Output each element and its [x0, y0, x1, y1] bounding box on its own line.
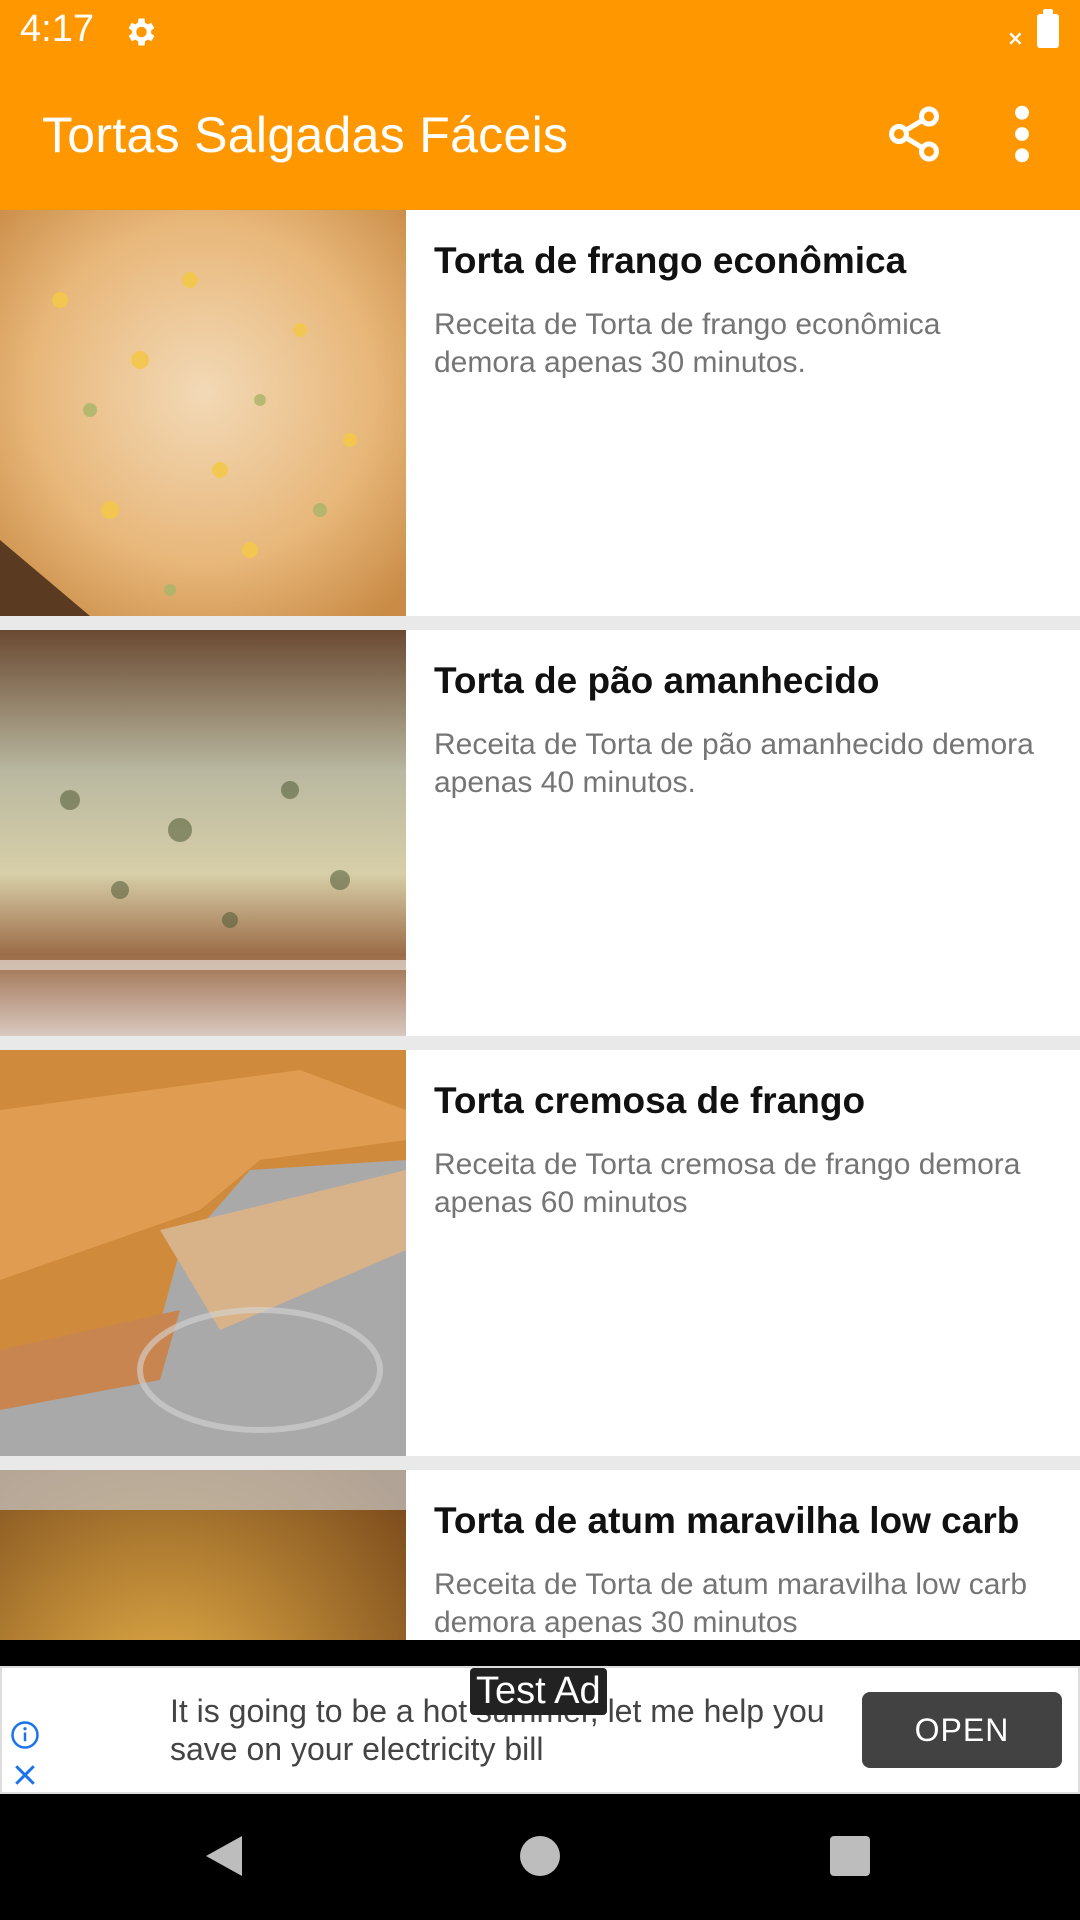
home-icon[interactable]: [520, 1836, 560, 1876]
info-icon[interactable]: [10, 1720, 40, 1750]
ad-open-button[interactable]: OPEN: [862, 1692, 1062, 1768]
recipe-description: Receita de Torta de frango econômica dem…: [434, 308, 941, 379]
recipe-list[interactable]: Torta de frango econômica Receita de Tor…: [0, 210, 1080, 1640]
recipe-title: Torta de atum maravilha low carb: [434, 1500, 1020, 1541]
recipe-card[interactable]: Torta de atum maravilha low carb Receita…: [0, 1470, 1080, 1640]
app-title: Tortas Salgadas Fáceis: [42, 107, 569, 163]
recipe-card[interactable]: Torta cremosa de frango Receita de Torta…: [0, 1050, 1080, 1456]
recipe-card[interactable]: Torta de pão amanhecido Receita de Torta…: [0, 630, 1080, 1036]
recipe-title: Torta cremosa de frango: [434, 1080, 866, 1121]
recipe-description: Receita de Torta de atum maravilha low c…: [434, 1568, 1028, 1639]
battery-icon: [1037, 9, 1059, 48]
recipe-thumbnail: [0, 1050, 406, 1456]
more-vert-icon[interactable]: [1004, 102, 1040, 166]
recipe-title: Torta de pão amanhecido: [434, 660, 880, 701]
recipe-description: Receita de Torta cremosa de frango demor…: [434, 1148, 1021, 1219]
ad-banner[interactable]: It is going to be a hot summer, let me h…: [0, 1666, 1080, 1794]
recipe-title: Torta de frango econômica: [434, 240, 907, 281]
close-icon[interactable]: [10, 1760, 40, 1790]
test-ad-label: Test Ad: [470, 1668, 607, 1715]
ad-separator: [0, 1640, 1080, 1666]
x-small-icon: ×: [1007, 26, 1024, 50]
app-bar: Tortas Salgadas Fáceis: [0, 64, 1080, 210]
status-time: 4:17: [20, 8, 94, 50]
share-icon[interactable]: [884, 104, 944, 164]
recipe-card[interactable]: Torta de frango econômica Receita de Tor…: [0, 210, 1080, 616]
back-icon[interactable]: [204, 1834, 244, 1878]
recipe-thumbnail: [0, 630, 406, 1036]
recipe-description: Receita de Torta de pão amanhecido demor…: [434, 728, 1034, 799]
navigation-bar: [0, 1794, 1080, 1920]
status-bar: 4:17 ×: [0, 0, 1080, 64]
recipe-thumbnail: [0, 1470, 406, 1640]
recipe-thumbnail: [0, 210, 406, 616]
gear-icon: [128, 18, 155, 46]
recent-apps-icon[interactable]: [830, 1836, 870, 1876]
